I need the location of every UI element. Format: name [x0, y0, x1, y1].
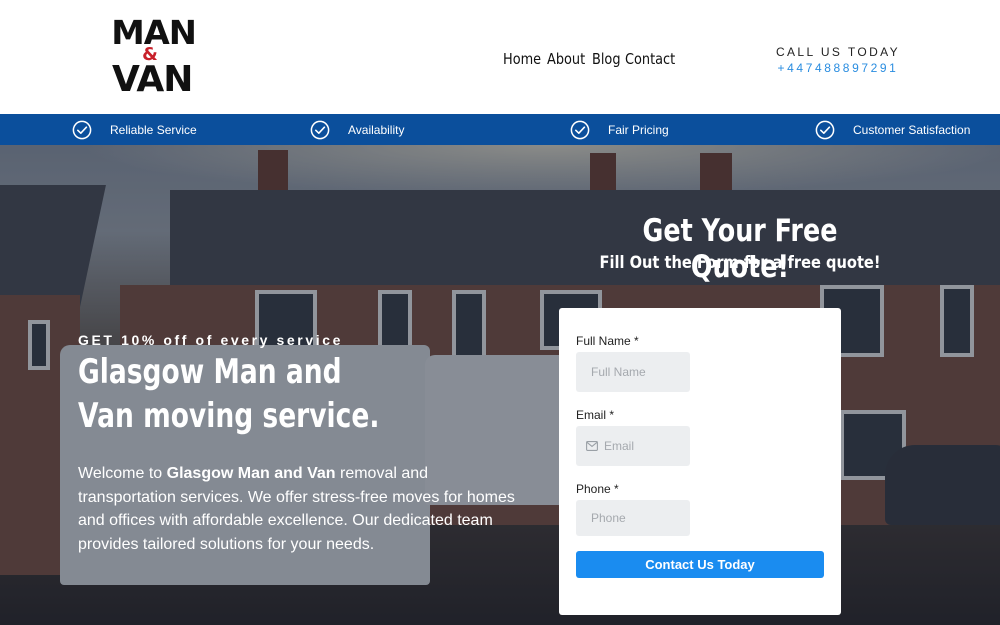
promo-text: GET 10% off of every service — [78, 332, 343, 348]
feature-label: Availability — [348, 122, 405, 137]
feature-fair-pricing: Fair Pricing — [570, 114, 669, 145]
quote-title: Get Your Free Quote! — [642, 213, 838, 285]
check-circle-icon — [310, 120, 330, 139]
nav-blog[interactable]: Blog — [592, 50, 621, 68]
phone-label: Phone * — [576, 482, 619, 496]
call-us-label: CALL US TODAY — [775, 45, 901, 59]
full-name-input[interactable] — [576, 352, 690, 392]
hero-text-bold: Glasgow Man and Van — [166, 465, 336, 482]
logo-line-1: MAN — [111, 13, 197, 52]
full-name-label: Full Name * — [576, 334, 639, 348]
site-logo[interactable]: MAN & VAN — [111, 13, 197, 104]
site-header: MAN & VAN Home About Blog Contact CALL U… — [0, 0, 1000, 114]
call-us-block: CALL US TODAY +447488897291 — [770, 45, 906, 75]
feature-label: Reliable Service — [110, 122, 197, 137]
quote-form: Full Name * Email * Phone * Contact Us T… — [559, 308, 841, 615]
mail-icon — [586, 441, 598, 451]
phone-link[interactable]: +447488897291 — [770, 61, 906, 75]
check-circle-icon — [815, 120, 835, 139]
hero-text-before: Welcome to — [78, 465, 167, 482]
feature-availability: Availability — [310, 114, 404, 145]
feature-bar: Reliable Service Availability Fair Prici… — [0, 114, 1000, 145]
logo-line-2: VAN — [112, 59, 193, 100]
phone-input[interactable] — [576, 500, 690, 536]
feature-label: Fair Pricing — [608, 122, 669, 137]
hero-description: Welcome to Glasgow Man and Van removal a… — [78, 462, 528, 556]
feature-label: Customer Satisfaction — [853, 122, 971, 137]
nav-about[interactable]: About — [547, 50, 585, 68]
hero-title: Glasgow Man and Van moving service. — [78, 352, 380, 436]
email-label: Email * — [576, 408, 615, 422]
check-circle-icon — [72, 120, 92, 139]
main-nav: Home About Blog Contact — [503, 50, 683, 68]
feature-reliable-service: Reliable Service — [72, 114, 197, 145]
nav-contact[interactable]: Contact — [625, 50, 675, 68]
check-circle-icon — [570, 120, 590, 139]
contact-us-button[interactable]: Contact Us Today — [576, 551, 824, 578]
quote-subtitle: Fill Out the Form for a free quote! — [599, 253, 881, 273]
nav-home[interactable]: Home — [503, 50, 541, 68]
feature-customer-satisfaction: Customer Satisfaction — [815, 114, 970, 145]
